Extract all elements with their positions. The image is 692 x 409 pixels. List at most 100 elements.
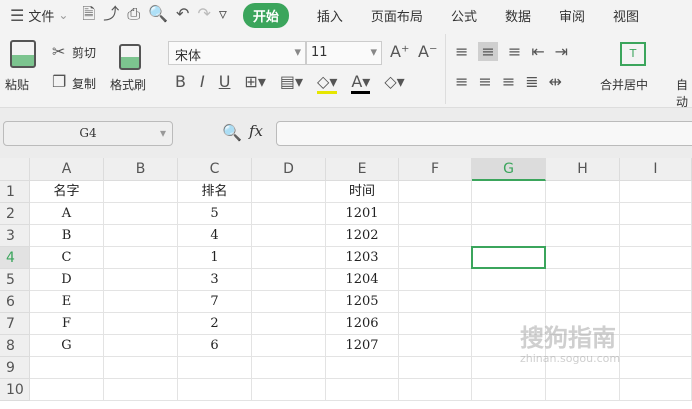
cell-B1[interactable]	[104, 181, 178, 203]
tab-formulas[interactable]: 公式	[451, 6, 477, 25]
cell-F9[interactable]	[399, 357, 472, 379]
row-header-1[interactable]: 1	[0, 181, 30, 203]
customize-icon[interactable]: ▿	[219, 4, 235, 23]
italic-icon[interactable]: I	[200, 72, 205, 94]
cell-I8[interactable]	[620, 335, 692, 357]
cell-H1[interactable]	[546, 181, 620, 203]
column-header-F[interactable]: F	[399, 158, 472, 181]
cell-C1[interactable]: 排名	[178, 181, 252, 203]
cell-A4[interactable]: C	[30, 247, 104, 269]
cell-G1[interactable]	[472, 181, 546, 203]
cell-A1[interactable]: 名字	[30, 181, 104, 203]
tab-insert[interactable]: 插入	[317, 6, 343, 25]
cell-F8[interactable]	[399, 335, 472, 357]
cell-H4[interactable]	[546, 247, 620, 269]
cell-A7[interactable]: F	[30, 313, 104, 335]
row-header-6[interactable]: 6	[0, 291, 30, 313]
cell-E5[interactable]: 1204	[326, 269, 399, 291]
row-header-9[interactable]: 9	[0, 357, 30, 379]
cell-B7[interactable]	[104, 313, 178, 335]
font-name-select[interactable]: 宋体 ▾	[168, 41, 306, 65]
underline-icon[interactable]: U	[219, 72, 231, 94]
print-preview-icon[interactable]: 🔍	[148, 4, 176, 23]
column-header-C[interactable]: C	[178, 158, 252, 181]
cell-A3[interactable]: B	[30, 225, 104, 247]
cell-A10[interactable]	[30, 379, 104, 401]
cell-C6[interactable]: 7	[178, 291, 252, 313]
cell-E7[interactable]: 1206	[326, 313, 399, 335]
cell-F5[interactable]	[399, 269, 472, 291]
cell-G6[interactable]	[472, 291, 546, 313]
cell-E3[interactable]: 1202	[326, 225, 399, 247]
cell-H10[interactable]	[546, 379, 620, 401]
cell-I3[interactable]	[620, 225, 692, 247]
cell-E4[interactable]: 1203	[326, 247, 399, 269]
cell-H6[interactable]	[546, 291, 620, 313]
select-all-corner[interactable]	[0, 158, 30, 181]
cell-C10[interactable]	[178, 379, 252, 401]
cell-F7[interactable]	[399, 313, 472, 335]
align-right-icon[interactable]: ≡	[502, 72, 515, 91]
cell-F4[interactable]	[399, 247, 472, 269]
row-header-7[interactable]: 7	[0, 313, 30, 335]
cell-H2[interactable]	[546, 203, 620, 225]
font-size-select[interactable]: 11 ▾	[306, 41, 382, 65]
column-header-D[interactable]: D	[252, 158, 326, 181]
tab-home[interactable]: 开始	[242, 2, 289, 28]
row-header-4[interactable]: 4	[0, 247, 30, 269]
formula-input[interactable]	[276, 121, 692, 146]
chevron-down-icon[interactable]: ⌄	[58, 8, 68, 22]
cell-H3[interactable]	[546, 225, 620, 247]
cut-button[interactable]: 剪切	[72, 44, 96, 61]
cell-A8[interactable]: G	[30, 335, 104, 357]
row-header-5[interactable]: 5	[0, 269, 30, 291]
bold-icon[interactable]: B	[175, 72, 186, 94]
cell-E1[interactable]: 时间	[326, 181, 399, 203]
copy-button[interactable]: 复制	[72, 75, 96, 92]
align-middle-icon[interactable]: ≡	[478, 42, 498, 61]
print-icon[interactable]: ⎙	[127, 4, 148, 23]
row-header-3[interactable]: 3	[0, 225, 30, 247]
cell-E2[interactable]: 1201	[326, 203, 399, 225]
cell-D6[interactable]	[252, 291, 326, 313]
cell-D5[interactable]	[252, 269, 326, 291]
borders-icon[interactable]: ⊞▾	[244, 72, 265, 94]
align-left-icon[interactable]: ≡	[455, 72, 468, 91]
column-header-G[interactable]: G	[472, 158, 546, 181]
cell-D1[interactable]	[252, 181, 326, 203]
paste-button[interactable]: 粘贴	[5, 76, 29, 93]
tab-review[interactable]: 审阅	[559, 6, 585, 25]
format-painter-button[interactable]: 格式刷	[110, 76, 146, 93]
cell-G3[interactable]	[472, 225, 546, 247]
increase-indent-icon[interactable]: ⇥	[555, 42, 568, 61]
cell-D9[interactable]	[252, 357, 326, 379]
file-menu[interactable]: 文件	[28, 6, 54, 25]
font-color-icon[interactable]: A▾	[351, 72, 371, 94]
zoom-formula-icon[interactable]: 🔍	[222, 123, 242, 142]
cell-format-icon[interactable]: ▤▾	[280, 72, 303, 94]
cell-C9[interactable]	[178, 357, 252, 379]
spreadsheet-grid[interactable]: A B C D E F G H I 1 名字 排名 时间 2 A 5 1201 3 B 4 1202 4 C 1 1203 5 D 3…	[0, 158, 692, 409]
name-box[interactable]: G4 ▾	[3, 121, 173, 146]
cell-I9[interactable]	[620, 357, 692, 379]
cell-I6[interactable]	[620, 291, 692, 313]
cell-D2[interactable]	[252, 203, 326, 225]
cell-I10[interactable]	[620, 379, 692, 401]
cell-E9[interactable]	[326, 357, 399, 379]
align-bottom-icon[interactable]: ≡	[508, 42, 521, 61]
merge-center-icon[interactable]: T	[620, 42, 646, 66]
cell-E10[interactable]	[326, 379, 399, 401]
format-painter-icon[interactable]	[119, 44, 141, 70]
tab-page-layout[interactable]: 页面布局	[371, 6, 423, 25]
align-top-icon[interactable]: ≡	[455, 42, 468, 61]
column-header-B[interactable]: B	[104, 158, 178, 181]
cell-I2[interactable]	[620, 203, 692, 225]
cell-F1[interactable]	[399, 181, 472, 203]
export-icon[interactable]: ⤴	[103, 4, 127, 23]
cell-G10[interactable]	[472, 379, 546, 401]
cell-C2[interactable]: 5	[178, 203, 252, 225]
column-header-I[interactable]: I	[620, 158, 692, 181]
cell-C8[interactable]: 6	[178, 335, 252, 357]
redo-icon[interactable]: ↷	[197, 4, 218, 23]
cell-G5[interactable]	[472, 269, 546, 291]
